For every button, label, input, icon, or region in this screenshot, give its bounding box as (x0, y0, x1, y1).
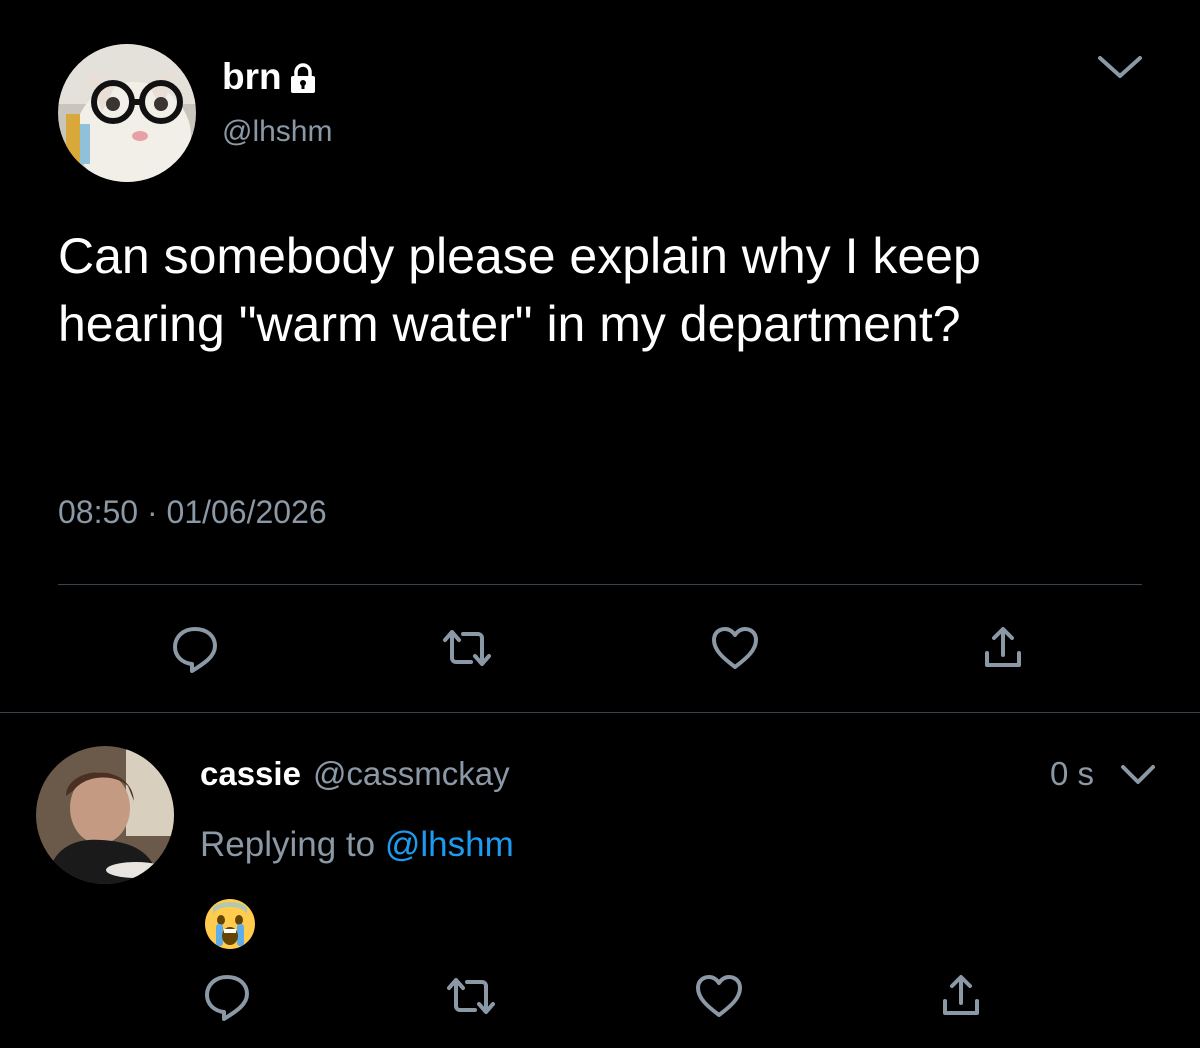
tweet-time: 08:50 (58, 494, 139, 530)
replying-handle-link[interactable]: @lhshm (385, 825, 514, 864)
reply-display-name[interactable]: cassie (200, 752, 301, 796)
reply-time-ago: 0 s (1050, 755, 1095, 792)
reply-icon[interactable] (164, 620, 226, 676)
chevron-down-icon[interactable] (1095, 52, 1145, 82)
reply-icon[interactable] (196, 968, 258, 1024)
author-display-name[interactable]: brn (222, 55, 282, 99)
share-icon[interactable] (972, 620, 1034, 676)
author-handle[interactable]: @lhshm (222, 113, 332, 151)
chevron-down-icon[interactable] (1118, 762, 1158, 788)
retweet-icon[interactable] (440, 968, 502, 1024)
tweet-text: Can somebody please explain why I keep h… (58, 228, 981, 352)
divider (58, 584, 1142, 585)
timestamp-separator: · (146, 494, 158, 530)
crying-face-emoji (202, 896, 258, 952)
lock-icon (288, 61, 318, 93)
share-icon[interactable] (930, 968, 992, 1024)
avatar-brn[interactable] (58, 44, 196, 182)
reply-author-row[interactable]: cassie @cassmckay (200, 752, 510, 796)
author-name-row[interactable]: brn (222, 55, 318, 99)
heart-icon[interactable] (704, 620, 766, 676)
avatar-cassie[interactable] (36, 746, 174, 884)
tweet-date: 01/06/2026 (166, 494, 327, 530)
replying-prefix: Replying to (200, 825, 376, 864)
retweet-icon[interactable] (436, 620, 498, 676)
reply-handle[interactable]: @cassmckay (313, 752, 510, 796)
tweet-divider (0, 712, 1200, 713)
replying-to-line: Replying to @lhshm (200, 822, 514, 868)
heart-icon[interactable] (688, 968, 750, 1024)
tweet-timestamp[interactable]: 08:50 · 01/06/2026 (58, 492, 327, 532)
